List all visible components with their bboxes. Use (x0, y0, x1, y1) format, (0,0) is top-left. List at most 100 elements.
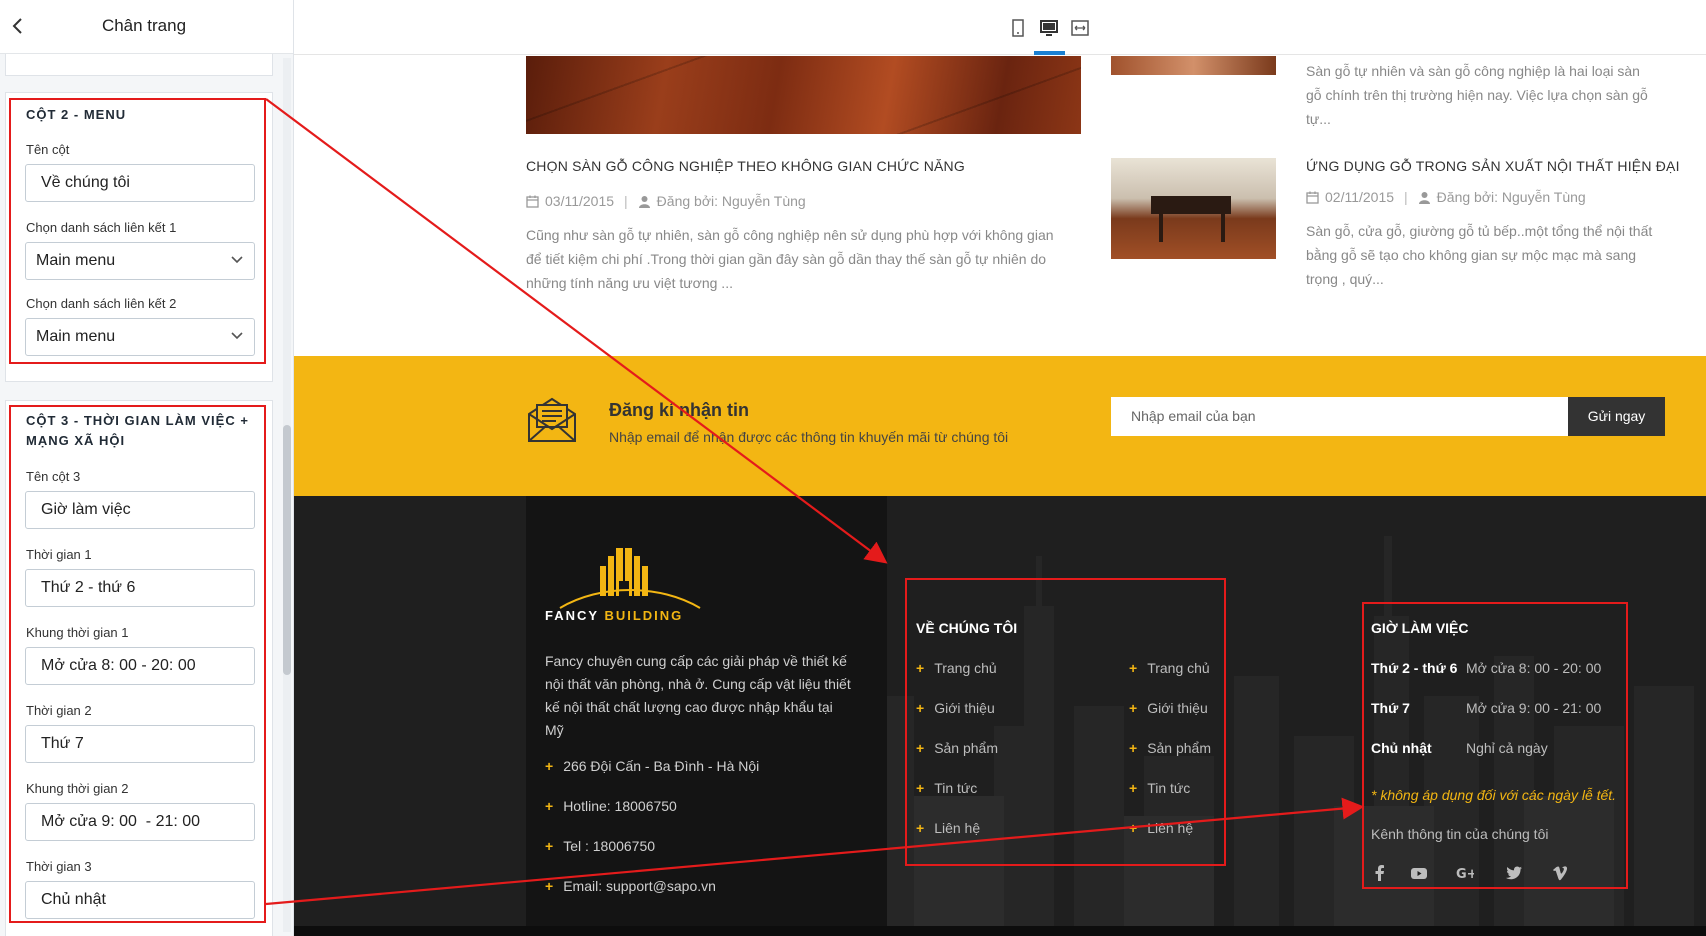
plus-icon: + (1129, 700, 1138, 716)
plus-icon: + (1129, 660, 1138, 676)
footer-link-contact[interactable]: + Liên hệ (916, 820, 980, 836)
column2-name-label: Tên cột (26, 142, 70, 157)
vimeo-icon[interactable] (1551, 864, 1569, 882)
time2-label: Thời gian 2 (26, 703, 92, 718)
post-right-title[interactable]: ỨNG DỤNG GỖ TRONG SẢN XUẤT NỘI THẤT HIỆN… (1306, 158, 1680, 174)
post-image-wood-floor[interactable] (526, 56, 1081, 134)
footer (294, 496, 1706, 936)
link-list-1-select[interactable]: Main menu (25, 242, 255, 280)
post-right-author: Đăng bởi: Nguyễn Tùng (1436, 189, 1586, 205)
plus-icon: + (916, 780, 925, 796)
plus-icon: + (545, 758, 554, 774)
column3-card: CỘT 3 - THỜI GIAN LÀM VIỆC + MẠNG XÃ HỘI… (5, 400, 273, 936)
footer-hours-title: GIỜ LÀM VIỆC (1371, 620, 1469, 636)
footer-description: Fancy chuyên cung cấp các giải pháp về t… (545, 650, 875, 742)
range2-input[interactable]: Mở cửa 9: 00 - 21: 00 (25, 803, 255, 841)
excerpt-line: tự... (1306, 111, 1331, 127)
footer-link-news-2[interactable]: + Tin tức (1129, 780, 1190, 796)
dining-table-shape (1151, 196, 1231, 214)
table-leg (1159, 212, 1163, 242)
hours-day-sunday: Chủ nhật (1371, 740, 1432, 756)
meta-separator: | (624, 193, 628, 209)
column2-heading: CỘT 2 - MENU (26, 107, 127, 122)
plus-icon: + (916, 820, 925, 836)
footer-link-contact-2[interactable]: + Liên hệ (1129, 820, 1193, 836)
range1-input[interactable]: Mở cửa 8: 00 - 20: 00 (25, 647, 255, 685)
contact-email[interactable]: + Email: support@sapo.vn (545, 878, 716, 894)
time3-input[interactable]: Chủ nhật (25, 881, 255, 919)
time3-label: Thời gian 3 (26, 859, 92, 874)
plus-icon: + (916, 740, 925, 756)
sidebar-scrollbar-thumb[interactable] (283, 425, 291, 675)
newsletter-email-input[interactable]: Nhập email của bạn (1111, 397, 1568, 436)
chevron-down-icon (231, 332, 243, 340)
plus-icon: + (545, 878, 554, 894)
description-line: Mỹ (545, 722, 564, 738)
post-left-title[interactable]: CHỌN SÀN GỖ CÔNG NGHIỆP THEO KHÔNG GIAN … (526, 158, 965, 174)
link-text: Tin tức (934, 780, 978, 796)
contact-hotline: + Hotline: 18006750 (545, 798, 677, 814)
link-list-1-label: Chọn danh sách liên kết 1 (26, 220, 177, 235)
desktop-icon[interactable] (1038, 17, 1060, 39)
range1-label: Khung thời gian 1 (26, 625, 129, 640)
column3-heading-line1: CỘT 3 - THỜI GIAN LÀM VIỆC + (26, 413, 249, 428)
post-left-date: 03/11/2015 (545, 193, 615, 209)
excerpt-line: để tiết kiệm chi phí .Trong thời gian gầ… (526, 251, 1047, 267)
link-text: Giới thiệu (1147, 700, 1208, 716)
hours-day-saturday: Thứ 7 (1371, 700, 1410, 716)
excerpt-line: gỗ chính trên thị trường hiện nay. Việc … (1306, 87, 1648, 103)
hours-time-sunday: Nghỉ cả ngày (1466, 740, 1548, 756)
column2-name-input[interactable]: Về chúng tôi (25, 164, 255, 202)
excerpt-line: Sàn gỗ, cửa gỗ, giường gỗ tủ bếp..một tổ… (1306, 223, 1653, 239)
column3-name-label: Tên cột 3 (26, 469, 81, 484)
sidebar-title: Chân trang (101, 16, 187, 35)
column3-name-input[interactable]: Giờ làm việc (25, 491, 255, 529)
facebook-icon[interactable] (1371, 864, 1389, 882)
excerpt-line: những tính năng ưu việt tương ... (526, 275, 733, 291)
google-plus-icon[interactable]: G+ (1456, 864, 1474, 882)
footer-bottom-bar (294, 926, 1706, 936)
link-list-2-select[interactable]: Main menu (25, 318, 255, 356)
hours-day-weekdays: Thứ 2 - thứ 6 (1371, 660, 1458, 676)
footer-link-home[interactable]: + Trang chủ (916, 660, 997, 676)
logo-text: FANCY BUILDING (545, 608, 683, 623)
post-thumbnail-dining-room[interactable] (1111, 158, 1276, 259)
link-list-2-value: Main menu (36, 328, 116, 345)
post-thumbnail-1[interactable] (1111, 56, 1276, 75)
time2-input[interactable]: Thứ 7 (25, 725, 255, 763)
meta-separator: | (1404, 189, 1408, 205)
time1-input[interactable]: Thứ 2 - thứ 6 (25, 569, 255, 607)
post-left-excerpt: Cũng như sàn gỗ tự nhiên, sàn gỗ công ng… (526, 223, 1054, 295)
description-line: kế nội thất chất lượng cao được nhập khẩ… (545, 699, 833, 715)
description-line: nội thất văn phòng, nhà ở. Cung cấp vật … (545, 676, 851, 692)
device-active-indicator (1034, 51, 1065, 55)
contact-text: Hotline: 18006750 (563, 798, 677, 814)
newsletter-submit-button[interactable]: Gửi ngay (1568, 397, 1665, 436)
post-right-meta: 02/11/2015 | Đăng bởi: Nguyễn Tùng (1306, 189, 1586, 205)
hours-time-saturday: Mở cửa 9: 00 - 21: 00 (1466, 700, 1602, 716)
footer-link-products-2[interactable]: + Sản phẩm (1129, 740, 1211, 756)
twitter-icon[interactable] (1505, 864, 1523, 882)
plus-icon: + (1129, 780, 1138, 796)
footer-link-news[interactable]: + Tin tức (916, 780, 977, 796)
footer-link-home-2[interactable]: + Trang chủ (1129, 660, 1210, 676)
previous-card (5, 54, 273, 76)
post-left-author: Đăng bởi: Nguyễn Tùng (656, 193, 806, 209)
youtube-icon[interactable] (1410, 864, 1428, 882)
user-icon (638, 195, 650, 208)
logo-word-fancy: FANCY (545, 608, 599, 623)
excerpt-line: Cũng như sàn gỗ tự nhiên, sàn gỗ công ng… (526, 227, 1054, 243)
contact-text: Email: support@sapo.vn (563, 878, 716, 894)
footer-link-products[interactable]: + Sản phẩm (916, 740, 998, 756)
column2-card: CỘT 2 - MENU Tên cột Về chúng tôi Chọn d… (5, 92, 273, 382)
plus-icon: + (545, 798, 554, 814)
fullwidth-icon[interactable] (1069, 17, 1091, 39)
editor-sidebar: Chân trang CỘT 2 - MENU Tên cột Về chúng… (0, 0, 294, 936)
post-right-top-excerpt: Sàn gỗ tự nhiên và sàn gỗ công nghiệp là… (1306, 59, 1648, 131)
mobile-icon[interactable] (1007, 17, 1029, 39)
footer-link-about[interactable]: + Giới thiệu (916, 700, 995, 716)
footer-link-about-2[interactable]: + Giới thiệu (1129, 700, 1208, 716)
hours-time-weekdays: Mở cửa 8: 00 - 20: 00 (1466, 660, 1602, 676)
svg-text:G+: G+ (1456, 867, 1474, 882)
post-right-date: 02/11/2015 (1325, 189, 1395, 205)
